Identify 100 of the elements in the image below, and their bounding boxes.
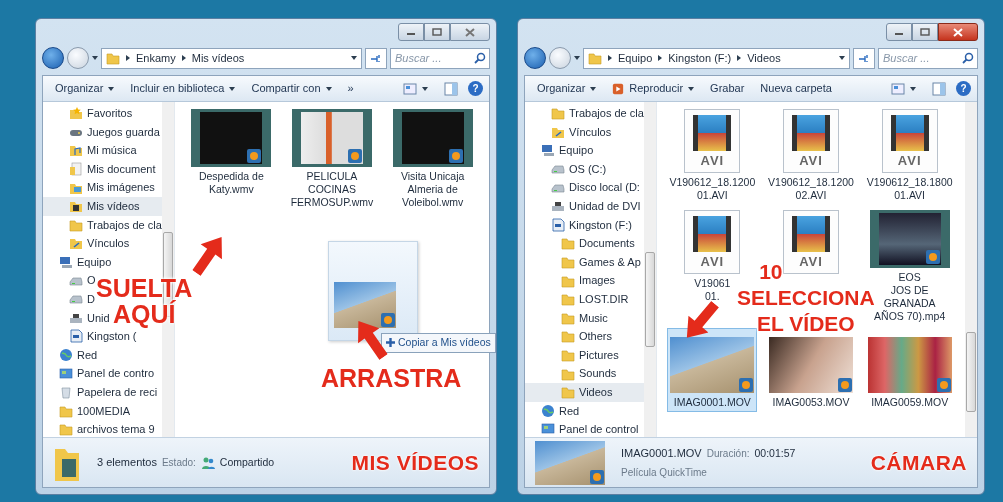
- scrollbar[interactable]: [644, 102, 656, 437]
- video-thumbnail[interactable]: [869, 210, 950, 268]
- nav-item[interactable]: Kingston (: [43, 327, 137, 346]
- file-name[interactable]: V190612_18.1800 01.AVI: [866, 176, 953, 202]
- video-thumbnail[interactable]: [392, 109, 473, 167]
- folder-icon: [561, 255, 575, 270]
- minimize-button[interactable]: [886, 23, 912, 41]
- nav-item[interactable]: Pictures: [525, 345, 619, 365]
- nav-item[interactable]: D: [43, 289, 95, 309]
- status-label: Estado:: [161, 456, 196, 470]
- nav-item[interactable]: Games & Ap: [525, 252, 641, 272]
- toolbar-button[interactable]: Grabar: [704, 78, 751, 99]
- file-name[interactable]: EOS JOS DE GRANADA AÑOS 70).mp4: [874, 271, 946, 323]
- video-file-icon[interactable]: AVI: [881, 109, 938, 173]
- nav-item[interactable]: Sounds: [525, 364, 617, 383]
- nav-item[interactable]: Mi música: [43, 141, 137, 160]
- video-file-icon[interactable]: AVI: [783, 210, 839, 274]
- breadcrumb-item[interactable]: Kingston (F:): [668, 49, 732, 67]
- back-button[interactable]: [524, 47, 546, 69]
- breadcrumb-item[interactable]: Videos: [747, 49, 781, 67]
- video-thumbnail[interactable]: [670, 337, 755, 393]
- nav-item[interactable]: Videos: [525, 382, 644, 402]
- nav-item[interactable]: Trabajos de cla: [43, 215, 162, 235]
- nav-item[interactable]: Red: [525, 401, 580, 421]
- star-icon: [69, 106, 83, 121]
- nav-item[interactable]: Equipo: [43, 252, 112, 272]
- annotation-text: 10: [759, 259, 783, 285]
- file-name[interactable]: V190612_18.1200 01.AVI: [669, 176, 756, 202]
- nav-item[interactable]: Juegos guarda: [43, 122, 160, 142]
- toolbar-button[interactable]: Nueva carpeta: [754, 78, 838, 99]
- toolbar-button[interactable]: Reproducir: [606, 78, 701, 99]
- nav-item[interactable]: Vínculos: [525, 122, 612, 142]
- address-bar[interactable]: Enkamy Mis vídeos: [101, 47, 362, 69]
- nav-item[interactable]: LOST.DIR: [525, 289, 629, 309]
- nav-item[interactable]: Panel de control: [525, 420, 639, 437]
- refresh-button[interactable]: [853, 47, 875, 69]
- folder-icon: [561, 273, 575, 288]
- nav-item[interactable]: Unid: [43, 308, 110, 328]
- nav-item[interactable]: 100MEDIA: [43, 401, 131, 421]
- nav-item[interactable]: Mis document: [43, 159, 156, 179]
- file-name[interactable]: Visita Unicaja Almeria de Voleibol.wmv: [400, 170, 465, 209]
- toolbar-button[interactable]: Organizar: [531, 78, 603, 99]
- search-field[interactable]: Buscar ...: [878, 47, 978, 69]
- caret-icon: [422, 86, 428, 91]
- minimize-button[interactable]: [398, 23, 424, 41]
- nav-item[interactable]: O: [43, 271, 96, 290]
- nav-item[interactable]: Equipo: [525, 141, 594, 160]
- video-file-icon[interactable]: AVI: [684, 109, 741, 173]
- file-name[interactable]: IMAG0053.MOV: [772, 396, 850, 409]
- help-button[interactable]: ?: [956, 81, 971, 96]
- refresh-button[interactable]: [365, 47, 387, 69]
- breadcrumb-item[interactable]: Mis vídeos: [191, 49, 245, 67]
- video-thumbnail[interactable]: [292, 109, 372, 167]
- video-file-icon[interactable]: AVI: [684, 210, 741, 274]
- file-name[interactable]: IMAG0001.MOV: [673, 396, 751, 409]
- nav-item[interactable]: Mis imágenes: [43, 178, 155, 197]
- close-button[interactable]: [938, 23, 978, 41]
- nav-item[interactable]: Favoritos: [43, 104, 133, 123]
- nav-item[interactable]: Trabajos de cla: [525, 104, 644, 123]
- file-name[interactable]: V190612_18.1200 02.AVI: [768, 176, 854, 202]
- breadcrumb-item[interactable]: Enkamy: [136, 49, 176, 67]
- nav-item[interactable]: Unidad de DVI: [525, 196, 641, 216]
- toolbar-button[interactable]: Compartir con: [245, 78, 338, 99]
- help-button[interactable]: ?: [468, 81, 483, 96]
- file-name[interactable]: V19061 01.: [694, 277, 731, 303]
- nav-item[interactable]: Mis vídeos: [43, 196, 162, 216]
- view-icon: [891, 82, 905, 95]
- video-thumbnail[interactable]: [867, 337, 952, 393]
- status-text: IMAG0001.MOV: [621, 446, 702, 462]
- scrollbar[interactable]: [965, 102, 977, 437]
- breadcrumb-item[interactable]: Equipo: [618, 49, 653, 67]
- nav-item[interactable]: Vínculos: [43, 234, 130, 253]
- file-name[interactable]: IMAG0059.MOV: [871, 396, 949, 409]
- video-thumbnail[interactable]: [769, 337, 853, 393]
- nav-item[interactable]: Red: [43, 345, 98, 365]
- toolbar-button[interactable]: Incluir en biblioteca: [124, 78, 242, 99]
- video-thumbnail[interactable]: [191, 109, 272, 167]
- nav-item[interactable]: Images: [525, 271, 616, 290]
- nav-item[interactable]: Papelera de reci: [43, 382, 158, 402]
- nav-item[interactable]: OS (C:): [525, 159, 607, 179]
- nav-item[interactable]: Documents: [525, 234, 635, 253]
- toolbar-button[interactable]: »: [341, 78, 360, 99]
- nav-item[interactable]: Panel de contro: [43, 364, 155, 383]
- file-name[interactable]: Despedida de Katy.wmv: [198, 170, 264, 196]
- nav-item[interactable]: Disco local (D:: [525, 178, 640, 197]
- nav-item[interactable]: Kingston (F:): [525, 215, 632, 235]
- maximize-button[interactable]: [912, 23, 938, 41]
- file-name[interactable]: PELICULA COCINAS FERMOSUP.wmv: [290, 170, 374, 209]
- nav-item[interactable]: Music: [525, 308, 608, 328]
- nav-item[interactable]: archivos tema 9: [43, 420, 155, 437]
- video-file-icon[interactable]: AVI: [783, 109, 839, 173]
- back-button[interactable]: [42, 47, 64, 69]
- toolbar-button[interactable]: Organizar: [49, 78, 121, 99]
- nav-item[interactable]: Others: [525, 327, 612, 346]
- computer-icon: [59, 255, 73, 270]
- search-field[interactable]: Buscar ...: [390, 47, 490, 69]
- address-bar[interactable]: Equipo Kingston (F:) Videos: [583, 47, 850, 69]
- selected-file-tile[interactable]: IMAG0001.MOV: [667, 328, 758, 412]
- maximize-button[interactable]: [424, 23, 450, 41]
- close-button[interactable]: [450, 23, 490, 41]
